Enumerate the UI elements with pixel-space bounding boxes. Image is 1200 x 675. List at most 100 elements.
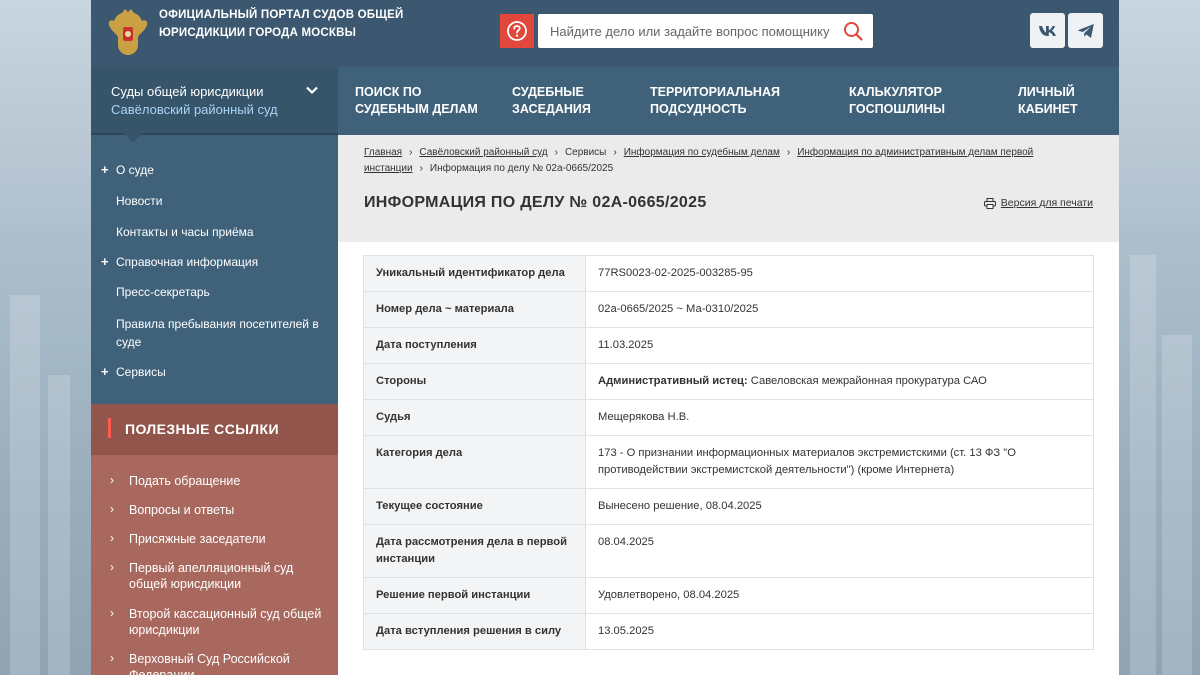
table-row: Судья Мещерякова Н.В. <box>363 399 1094 436</box>
chevron-right-icon: › <box>110 651 114 665</box>
sidebar-item-news[interactable]: Новости <box>116 192 321 210</box>
link-second-cassation-court[interactable]: Второй кассационный суд общей юрисдикции <box>129 606 329 638</box>
table-row: Дата рассмотрения дела в первой инстанци… <box>363 524 1094 578</box>
sidebar-item-services[interactable]: Сервисы <box>116 363 321 381</box>
chevron-right-icon: › <box>110 606 114 620</box>
chevron-right-icon: › <box>110 560 114 574</box>
breadcrumb: Главная › Савёловский районный суд › Сервисы… <box>364 145 1084 177</box>
chevron-down-icon <box>306 86 318 95</box>
parties-key: Стороны <box>363 363 586 400</box>
sidebar-item-about[interactable]: О суде <box>116 161 321 179</box>
page-title: Информация по делу № 02А-0665/2025 <box>364 194 707 211</box>
court-selector-title: Суды общей юрисдикции <box>111 84 264 99</box>
search-box <box>538 14 873 48</box>
chevron-right-icon: › <box>110 502 114 516</box>
telegram-button[interactable] <box>1068 13 1103 48</box>
category-key: Категория дела <box>363 435 586 489</box>
case-uid-value: 77RS0023-02-2025-003285-95 <box>585 255 1094 292</box>
vk-button[interactable] <box>1030 13 1065 48</box>
breadcrumb-home[interactable]: Главная <box>364 147 402 158</box>
sidebar-item-contacts[interactable]: Контакты и часы приёма <box>116 223 321 241</box>
table-row: Решение первой инстанции Удовлетворено, … <box>363 577 1094 614</box>
telegram-icon <box>1077 23 1094 38</box>
breadcrumb-court[interactable]: Савёловский районный суд <box>419 147 547 158</box>
breadcrumb-separator: › <box>554 147 558 158</box>
nav-court-sessions[interactable]: Судебные заседания <box>512 84 622 118</box>
hearing-date-key: Дата рассмотрения дела в первой инстанци… <box>363 524 586 578</box>
current-status-value: Вынесено решение, 08.04.2025 <box>585 488 1094 525</box>
case-number-value: 02а-0665/2025 ~ Ма-0310/2025 <box>585 291 1094 328</box>
table-row: Текущее состояние Вынесено решение, 08.0… <box>363 488 1094 525</box>
help-assistant-button[interactable] <box>500 14 534 48</box>
nav-territorial-jurisdiction[interactable]: Территориальная подсудность <box>650 84 790 118</box>
page: Официальный портал судов общей юрисдикци… <box>91 0 1119 675</box>
case-info-table: Уникальный идентификатор дела 77RS0023-0… <box>363 255 1094 650</box>
content-header: Главная › Савёловский районный суд › Сервисы… <box>338 135 1119 242</box>
table-row: Дата поступления 11.03.2025 <box>363 327 1094 364</box>
breadcrumb-separator: › <box>409 147 413 158</box>
main-navigation: Суды общей юрисдикции Савёловский районн… <box>91 67 1119 143</box>
expand-plus-icon[interactable]: + <box>101 162 109 177</box>
court-selector-pointer <box>123 133 143 143</box>
useful-links-header: Полезные ссылки <box>91 404 338 455</box>
case-uid-key: Уникальный идентификатор дела <box>363 255 586 292</box>
link-supreme-court[interactable]: Верховный Суд Российской Федерации <box>129 651 329 675</box>
receipt-date-value: 11.03.2025 <box>585 327 1094 364</box>
nav-personal-account[interactable]: Личный кабинет <box>1018 84 1108 118</box>
site-header: Официальный портал судов общей юрисдикци… <box>91 0 1119 67</box>
vk-icon <box>1038 25 1056 36</box>
hearing-date-value: 08.04.2025 <box>585 524 1094 578</box>
portal-title[interactable]: Официальный портал судов общей юрисдикци… <box>159 7 419 42</box>
category-value: 173 - О признании информационных материа… <box>585 435 1094 489</box>
print-version-label: Версия для печати <box>1000 197 1093 209</box>
sidebar-item-press[interactable]: Пресс-секретарь <box>116 283 321 301</box>
party-role: Административный истец: <box>598 375 748 387</box>
table-row: Категория дела 173 - О признании информа… <box>363 435 1094 489</box>
effective-date-value: 13.05.2025 <box>585 613 1094 650</box>
chevron-right-icon: › <box>110 473 114 487</box>
sidebar-item-visitor-rules[interactable]: Правила пребывания посетителей в суде <box>116 315 321 351</box>
table-row: Номер дела ~ материала 02а-0665/2025 ~ М… <box>363 291 1094 328</box>
nav-case-search[interactable]: Поиск по судебным делам <box>355 84 495 118</box>
sidebar-menu: + О суде Новости Контакты и часы приёма … <box>91 135 338 404</box>
nav-fee-calculator[interactable]: Калькулятор госпошлины <box>849 84 969 118</box>
link-first-appeal-court[interactable]: Первый апелляционный суд общей юрисдикци… <box>129 560 329 592</box>
link-submit-appeal[interactable]: Подать обращение <box>129 473 329 489</box>
link-jurors[interactable]: Присяжные заседатели <box>129 531 329 547</box>
table-row: Дата вступления решения в силу 13.05.202… <box>363 613 1094 650</box>
search-input[interactable] <box>550 14 830 48</box>
useful-links-title: Полезные ссылки <box>125 421 279 437</box>
parties-value: Административный истец: Савеловская межр… <box>585 363 1094 400</box>
useful-links-panel: Полезные ссылки › Подать обращение › Воп… <box>91 404 338 675</box>
table-row: Стороны Административный истец: Савеловс… <box>363 363 1094 400</box>
breadcrumb-case-info[interactable]: Информация по судебным делам <box>624 147 780 158</box>
court-selector[interactable]: Суды общей юрисдикции Савёловский районн… <box>91 67 338 135</box>
expand-plus-icon[interactable]: + <box>101 364 109 379</box>
case-number-key: Номер дела ~ материала <box>363 291 586 328</box>
breadcrumb-separator: › <box>613 147 617 158</box>
judge-key: Судья <box>363 399 586 436</box>
chevron-right-icon: › <box>110 531 114 545</box>
breadcrumb-separator: › <box>419 163 423 174</box>
breadcrumb-current: Информация по делу № 02а-0665/2025 <box>429 163 614 174</box>
judge-value: Мещерякова Н.В. <box>585 399 1094 436</box>
table-row: Уникальный идентификатор дела 77RS0023-0… <box>363 255 1094 292</box>
effective-date-key: Дата вступления решения в силу <box>363 613 586 650</box>
breadcrumb-separator: › <box>786 147 791 158</box>
expand-plus-icon[interactable]: + <box>101 254 109 269</box>
first-instance-decision-key: Решение первой инстанции <box>363 577 586 614</box>
current-status-key: Текущее состояние <box>363 488 586 525</box>
accent-bar <box>108 418 111 438</box>
link-faq[interactable]: Вопросы и ответы <box>129 502 329 518</box>
coat-of-arms-logo[interactable] <box>105 9 151 57</box>
question-circle-icon <box>507 21 527 41</box>
search-icon[interactable] <box>843 21 863 41</box>
sidebar-item-reference[interactable]: Справочная информация <box>116 253 321 271</box>
print-version-link[interactable]: Версия для печати <box>983 197 1093 209</box>
first-instance-decision-value: Удовлетворено, 08.04.2025 <box>585 577 1094 614</box>
party-name: Савеловская межрайонная прокуратура САО <box>747 375 987 387</box>
printer-icon <box>983 197 996 209</box>
court-selector-current: Савёловский районный суд <box>111 102 278 117</box>
breadcrumb-services: Сервисы <box>564 147 607 158</box>
receipt-date-key: Дата поступления <box>363 327 586 364</box>
